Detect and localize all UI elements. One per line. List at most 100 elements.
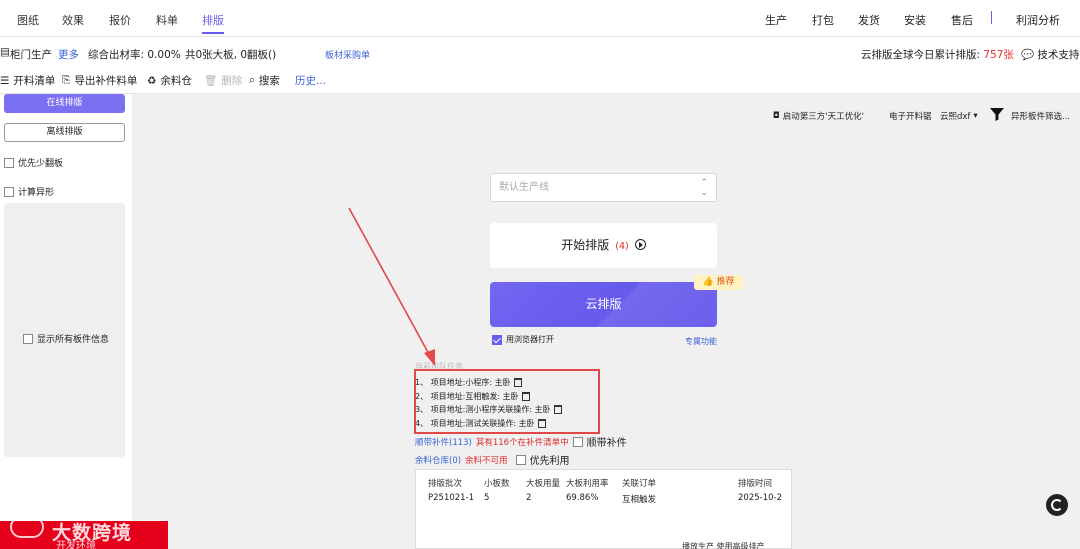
tab-shipping[interactable]: 发货 [858,12,880,28]
left-panel: 在线排版 离线排版 优先少翻板 计算异形 显示所有板件信息 [0,94,131,549]
follow-parts-check-label: 顺带补件 [586,438,627,449]
bottom-links[interactable]: 播放生产 使用高级排产 [682,541,765,549]
special-features-link[interactable]: 专属功能 [685,336,717,347]
module-icon: ▤ [0,46,10,58]
start-layout-button[interactable]: 开始排版 (4) [490,223,717,268]
search-button[interactable]: ⌕ 搜索 [249,73,280,88]
shaped-filter-button[interactable]: 异形板件筛选... [1011,110,1070,122]
offline-layout-button[interactable]: 离线排版 [4,123,125,142]
material-rate: 综合出材率: 0.00% [88,49,181,61]
prefer-use-label: 优先利用 [529,456,570,467]
cloud-dxf-label: 云熙dxf [940,112,971,122]
batch-id-link[interactable]: P251021-1 [428,493,474,503]
leftover-link[interactable]: 余料仓库(0) [415,454,461,466]
leftover-store-button[interactable]: ♻ 余料仓 [147,73,192,88]
tab-install[interactable]: 安装 [904,12,926,28]
production-line-placeholder: 默认生产线 [499,182,549,193]
highlight-annotation [414,369,600,434]
tab-packing[interactable]: 打包 [812,12,834,28]
cut-list-button[interactable]: ☰ 开料清单 [0,73,55,88]
column-header: 排版时间 [738,479,773,489]
history-link[interactable]: 历史... [295,73,326,88]
tab-aftersales[interactable]: 售后 [951,12,973,28]
delete-label: 删除 [221,75,243,87]
export-icon: ⎘ [62,74,71,86]
cloud-dxf-dropdown[interactable]: 云熙dxf ▾ [940,110,978,122]
production-line-select[interactable]: 默认生产线 ⌃ ⌄ [490,173,717,202]
online-layout-button[interactable]: 在线排版 [4,94,125,113]
checkbox-box [4,186,14,197]
caret-down-icon: ▾ [973,111,978,121]
top-nav: 图纸 效果 报价 料单 排版 生产 打包 发货 安装 售后 利润分析 [0,0,1080,37]
trash-icon: 🗑 [204,75,218,87]
checkbox-box [492,334,502,345]
tab-quote[interactable]: 报价 [109,12,131,28]
board-count: 共0张大板, 0翻板() [185,49,277,61]
cloud-layout-button[interactable]: 云排版 [490,282,717,327]
active-tab-indicator [202,32,224,34]
follow-parts-checkbox[interactable]: 顺带补件 [572,434,627,449]
recycle-icon: ♻ [147,74,157,87]
search-label: 搜索 [258,75,280,87]
prefer-less-flip-label: 优先少翻板 [18,159,64,169]
nav-separator [991,11,992,24]
list-icon: ☰ [0,74,10,87]
cut-list-label: 开料清单 [13,75,56,87]
board-preview-area [4,203,125,457]
tab-production[interactable]: 生产 [765,12,787,28]
leftover-note: 余料不可用 [465,455,508,466]
recommend-badge: 👍 推荐 [694,275,743,290]
leftover-store-label: 余料仓 [160,75,192,87]
calc-shape-checkbox[interactable]: 计算异形 [4,185,54,198]
layout-batch-table: 排版批次 小板数 大板用量 大板利用率 关联订单 排版时间 P251021-1 … [415,469,792,549]
purchase-link[interactable]: 板材采购单 [325,48,370,61]
tab-effects[interactable]: 效果 [62,12,84,28]
chat-icon: 💬 [1021,49,1035,61]
follow-parts-row: 顺带补件(113) 其有116个在补件清单中 顺带补件 [415,434,627,449]
tab-drawings[interactable]: 图纸 [17,12,39,28]
start-layout-label: 开始排版 [561,238,610,252]
start-layout-count: (4) [615,241,629,252]
follow-parts-note: 其有116个在补件清单中 [475,437,569,448]
updown-icon: ⌃ ⌄ [700,178,708,198]
thumbs-up-icon: 👍 [702,277,714,287]
app-root: 图纸 效果 报价 料单 排版 生产 打包 发货 安装 售后 利润分析 ▤ 柜门生… [0,0,1080,549]
info-bar: ▤ 柜门生产 更多 综合出材率: 0.00% 共0张大板, 0翻板() 板材采购… [0,37,1080,67]
table-cell: 5 [484,493,490,503]
column-header: 关联订单 [622,479,657,489]
table-cell: 互相触发 [622,495,657,505]
tab-layout[interactable]: 排版 [202,12,224,28]
main-area: ◘ 启动第三方'天工优化' 电子开料锯 云熙dxf ▾ 异形板件筛选... 默认生产… [132,94,1080,549]
support-link[interactable]: 💬 技术支持 [1021,47,1079,62]
more-link[interactable]: 更多 [58,47,79,62]
table-cell: 2025-10-2 [738,493,782,503]
play-icon [634,239,646,250]
show-all-info-checkbox[interactable]: 显示所有板件信息 [23,332,109,345]
cloud-stat-prefix: 云排版全球今日累计排版: [861,49,984,61]
checkbox-box [4,157,14,168]
browser-open-label: 用浏览器打开 [506,335,554,344]
prefer-use-checkbox[interactable]: 优先利用 [515,452,570,467]
assistant-fab[interactable] [1046,494,1068,516]
column-header: 排版批次 [428,479,463,489]
tab-profit-analysis[interactable]: 利润分析 [1016,12,1060,28]
show-all-info-label: 显示所有板件信息 [37,335,110,345]
prefer-less-flip-checkbox[interactable]: 优先少翻板 [4,156,63,169]
table-cell: 2 [526,493,532,503]
cloud-stat-value: 757张 [983,49,1014,61]
filter-icon[interactable] [990,107,1004,121]
checkbox-box [572,436,583,447]
search-icon: ⌕ [249,74,255,86]
export-parts-button[interactable]: ⎘ 导出补件料单 [62,73,137,88]
env-label: 开发环境 [56,541,96,549]
toolbar: ☰ 开料清单 ⎘ 导出补件料单 ♻ 余料仓 🗑 删除 ⌕ 搜索 历史... [0,67,1080,94]
third-party-button[interactable]: ◘ 启动第三方'天工优化' [773,110,864,122]
column-header: 大板用量 [526,479,561,489]
delete-button[interactable]: 🗑 删除 [204,73,242,88]
tab-materials[interactable]: 料单 [156,12,178,28]
e-cut-saw-button[interactable]: 电子开料锯 [889,110,932,122]
follow-parts-link[interactable]: 顺带补件(113) [415,436,472,448]
table-cell: 69.86% [566,493,599,503]
cloud-stat: 云排版全球今日累计排版: 757张 [861,47,1014,62]
browser-open-checkbox[interactable]: 用浏览器打开 [492,334,554,345]
